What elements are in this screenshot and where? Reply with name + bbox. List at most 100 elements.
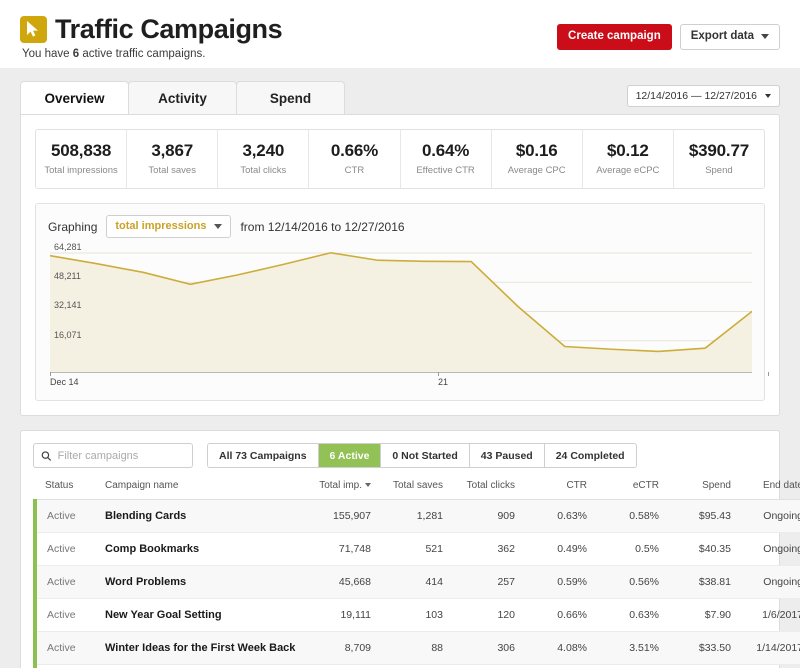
cell-imp: 1,239	[307, 664, 379, 668]
cell-ectr: 0.63%	[595, 598, 667, 632]
stat-label: Effective CTR	[416, 165, 475, 176]
search-icon	[41, 450, 52, 461]
create-campaign-button[interactable]: Create campaign	[557, 24, 672, 50]
graphing-label: Graphing	[48, 219, 98, 234]
filter-completed[interactable]: 24 Completed	[544, 444, 636, 467]
table-header: Status Campaign name Total imp. Total sa…	[35, 480, 800, 500]
table-row[interactable]: Active Word Problems 45,668 414 257 0.59% 0.56…	[33, 565, 800, 599]
filter-row: All 73 Campaigns 6 Active 0 Not Started …	[33, 443, 767, 468]
graph-controls: Graphing total impressions from 12/14/20…	[48, 215, 752, 238]
stat-total-saves: 3,867 Total saves	[127, 130, 219, 188]
graph-card: Graphing total impressions from 12/14/20…	[35, 203, 769, 401]
column-header-ctr[interactable]: CTR	[523, 480, 595, 500]
y-axis-tick-label: 32,141	[54, 300, 82, 311]
tab-spend[interactable]: Spend	[236, 81, 345, 114]
cell-saves: 521	[379, 532, 451, 566]
table-row[interactable]: Active New Year Goal Setting 19,111 103 120 0…	[33, 598, 800, 632]
graph-range-label: from 12/14/2016 to 12/27/2016	[240, 219, 405, 234]
y-axis-tick-label: 64,281	[54, 242, 82, 252]
impressions-area-chart: 64,281 48,211 32,141 16,071 Dec 14 21	[50, 242, 769, 392]
stat-label: Average CPC	[507, 165, 566, 176]
table-row[interactable]: Active Blending Cards 155,907 1,281 909 0.63%…	[33, 499, 800, 533]
stat-total-impressions: 508,838 Total impressions	[36, 130, 128, 188]
stat-value: 0.64%	[421, 141, 470, 160]
cell-imp: 19,111	[307, 598, 379, 632]
export-data-button[interactable]: Export data	[679, 24, 780, 50]
overview-panel: 508,838 Total impressions 3,867 Total sa…	[20, 114, 780, 416]
x-axis-tick-label: 21	[438, 372, 448, 387]
table-body: Active Blending Cards 155,907 1,281 909 0.63%…	[33, 499, 800, 668]
date-range-picker[interactable]: 12/14/2016 — 12/27/2016	[626, 84, 780, 107]
cell-name: Word Problems	[97, 565, 307, 599]
cell-name: Winter Ideas for the First Week Back	[97, 631, 307, 665]
search-box[interactable]	[33, 443, 193, 468]
stat-label: CTR	[344, 165, 365, 176]
cell-ctr: 0.1%	[523, 664, 595, 668]
status-badge: Active	[33, 664, 97, 668]
cell-imp: 155,907	[307, 499, 379, 533]
table-row[interactable]: ActiveRainforest Animals1,2391120.1%0.16…	[33, 664, 800, 668]
stat-value: 0.66%	[330, 141, 379, 160]
column-header-end-date[interactable]: End date	[739, 480, 800, 500]
status-badge: Active	[33, 565, 97, 599]
cell-saves: 88	[379, 631, 451, 665]
cell-ctr: 0.63%	[523, 499, 595, 533]
column-header-ectr[interactable]: eCTR	[595, 480, 667, 500]
cell-clicks: 2	[451, 664, 523, 668]
cell-spend: $7.90	[667, 598, 739, 632]
stat-spend: $390.77 Spend	[674, 130, 764, 188]
stat-value: $0.12	[607, 141, 649, 160]
page-title: Traffic Campaigns	[55, 14, 283, 44]
status-filter-segmented: All 73 Campaigns 6 Active 0 Not Started …	[207, 443, 637, 468]
table-row[interactable]: Active Winter Ideas for the First Week Ba…	[33, 631, 800, 665]
tab-activity[interactable]: Activity	[128, 81, 237, 114]
cell-imp: 71,748	[307, 532, 379, 566]
cell-name: New Year Goal Setting	[97, 598, 307, 632]
cell-spend: $40.35	[667, 532, 739, 566]
main-content: Overview Activity Spend 12/14/2016 — 12/…	[0, 68, 800, 668]
chevron-down-icon	[214, 224, 223, 229]
cell-imp: 8,709	[307, 631, 379, 665]
stat-label: Total saves	[148, 165, 196, 176]
status-badge: Active	[33, 532, 97, 566]
cell-clicks: 909	[451, 499, 523, 533]
cell-imp: 45,668	[307, 565, 379, 599]
cell-saves: 1,281	[379, 499, 451, 533]
search-input[interactable]	[57, 449, 185, 462]
metric-select[interactable]: total impressions	[106, 215, 232, 238]
cell-ectr: 0.58%	[595, 499, 667, 533]
subtitle-suffix: active traffic campaigns.	[79, 48, 206, 60]
column-header-total-saves[interactable]: Total saves	[379, 480, 451, 500]
table-row[interactable]: Active Comp Bookmarks 71,748 521 362 0.49% 0.5…	[33, 532, 800, 566]
column-header-campaign-name[interactable]: Campaign name	[97, 480, 307, 500]
sort-descending-icon	[365, 483, 371, 488]
filter-not-started[interactable]: 0 Not Started	[381, 444, 470, 467]
header-actions: Create campaign Export data	[557, 24, 780, 50]
column-header-total-impressions[interactable]: Total imp.	[307, 480, 379, 500]
filter-active[interactable]: 6 Active	[318, 444, 382, 467]
stat-effective-ctr: 0.64% Effective CTR	[401, 130, 492, 188]
column-header-total-clicks[interactable]: Total clicks	[451, 480, 523, 500]
filter-all-campaigns[interactable]: All 73 Campaigns	[208, 444, 319, 467]
filter-paused[interactable]: 43 Paused	[469, 444, 545, 467]
tab-overview[interactable]: Overview	[20, 81, 129, 114]
status-badge: Active	[33, 499, 97, 533]
cell-name: Rainforest Animals	[97, 664, 307, 668]
cell-end: Ongoing	[739, 664, 800, 668]
column-header-status[interactable]: Status	[35, 480, 97, 500]
stat-value: $0.16	[515, 141, 558, 160]
chart-plot	[50, 247, 752, 372]
subtitle-prefix: You have	[22, 48, 73, 60]
stat-label: Spend	[705, 165, 733, 176]
stat-label: Total clicks	[240, 165, 287, 176]
cell-clicks: 362	[451, 532, 523, 566]
chevron-down-icon	[765, 93, 771, 98]
cell-ectr: 0.16%	[595, 664, 667, 668]
status-badge: Active	[33, 598, 97, 632]
column-header-spend[interactable]: Spend	[667, 480, 739, 500]
stat-value: $390.77	[688, 141, 749, 160]
cell-clicks: 257	[451, 565, 523, 599]
column-label: Total imp.	[319, 480, 362, 491]
cell-saves: 414	[379, 565, 451, 599]
cell-ctr: 4.08%	[523, 631, 595, 665]
